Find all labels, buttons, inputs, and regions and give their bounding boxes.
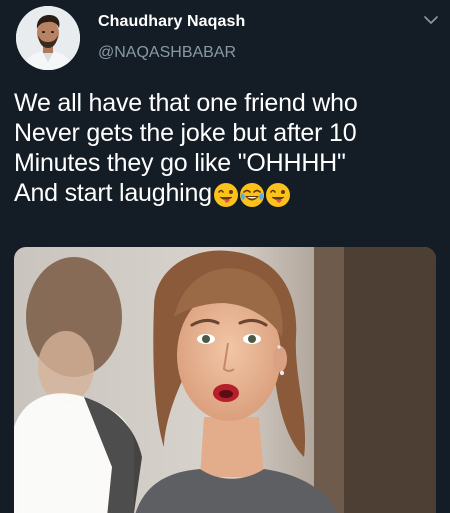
tweet-text-last: And start laughing [14, 179, 212, 207]
chevron-down-icon[interactable] [423, 12, 439, 28]
winking-tongue-emoji-icon [213, 183, 238, 207]
avatar-image [16, 6, 80, 70]
tweet-text-line: Never gets the joke but after 10 [14, 119, 357, 147]
tweet-text: We all have that one friend who Never ge… [14, 88, 439, 212]
tweet-card: Chaudhary Naqash @NAQASHBABAR We all hav… [0, 0, 450, 513]
emoji-group [213, 182, 291, 212]
winking-tongue-emoji-icon [265, 183, 290, 207]
avatar[interactable] [16, 6, 80, 70]
tweet-media-photo[interactable] [14, 247, 436, 513]
display-name[interactable]: Chaudhary Naqash [98, 13, 245, 31]
tweet-text-line: Minutes they go like "OHHHH" [14, 149, 346, 177]
user-handle[interactable]: @NAQASHBABAR [98, 44, 236, 62]
tweet-text-line: We all have that one friend who [14, 89, 358, 117]
tweet-text-line: And start laughing [14, 178, 439, 212]
tears-of-joy-emoji-icon [239, 183, 264, 207]
photo-of-surprised-woman [14, 247, 436, 513]
